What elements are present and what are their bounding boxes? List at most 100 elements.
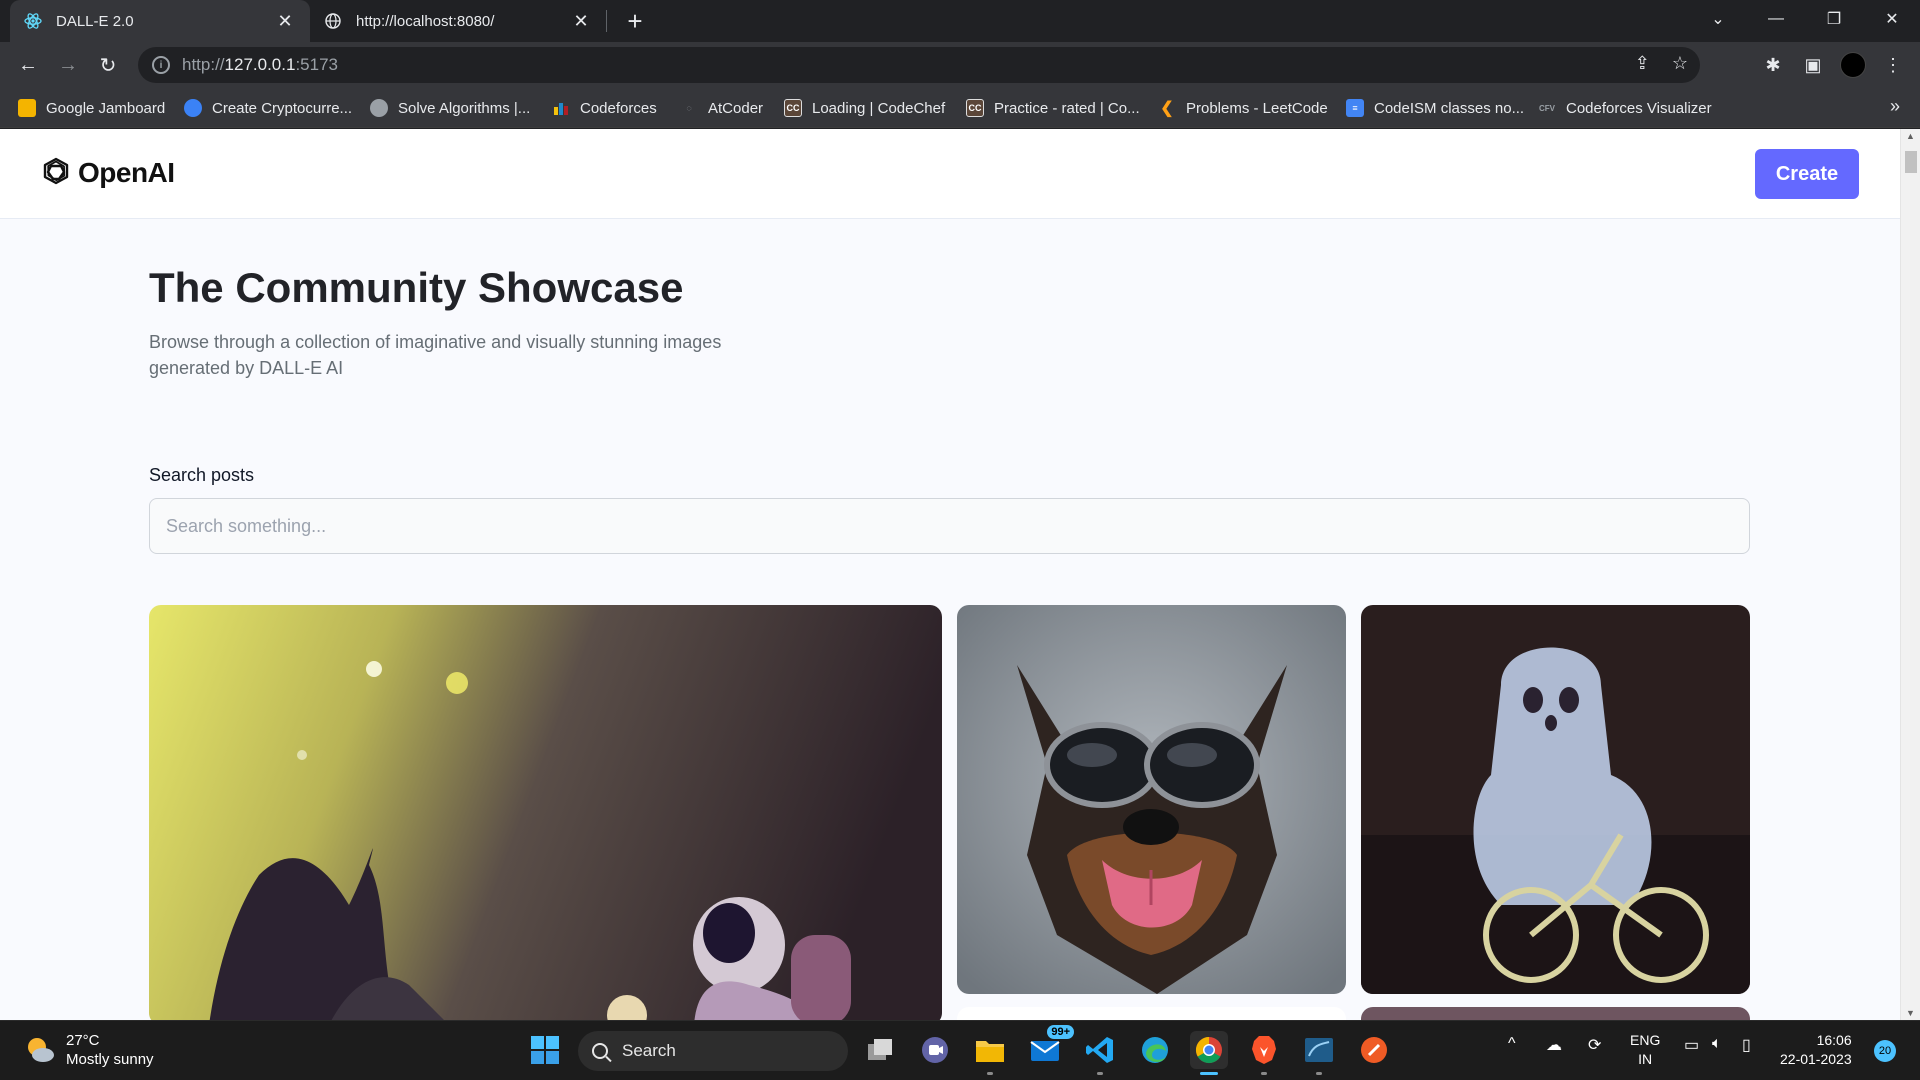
site-header: OpenAI Create bbox=[0, 129, 1900, 219]
close-window-icon[interactable]: ✕ bbox=[1864, 0, 1920, 38]
sync-icon[interactable]: ⟳ bbox=[1588, 1035, 1601, 1055]
docs-icon: ≡ bbox=[1346, 99, 1364, 117]
share-icon[interactable]: ⇪ bbox=[1635, 53, 1650, 74]
bookmark-item[interactable]: CC Loading | CodeChef bbox=[784, 96, 945, 120]
extensions-icon[interactable]: ✱ bbox=[1760, 52, 1786, 78]
close-tab-icon[interactable]: ✕ bbox=[274, 10, 296, 32]
postman-icon[interactable] bbox=[1355, 1031, 1393, 1069]
astronaut-image bbox=[149, 605, 942, 1020]
restore-icon[interactable]: ❐ bbox=[1806, 0, 1862, 38]
onedrive-icon[interactable]: ☁ bbox=[1546, 1035, 1562, 1055]
bookmark-item[interactable]: ≡ CodeISM classes no... bbox=[1346, 96, 1524, 120]
tab-localhost[interactable]: http://localhost:8080/ ✕ bbox=[310, 0, 606, 42]
weather-desc: Mostly sunny bbox=[66, 1051, 154, 1068]
bookmark-item[interactable]: ◌ AtCoder bbox=[680, 96, 763, 120]
page-scrollbar[interactable]: ▲ ▼ bbox=[1900, 129, 1920, 1020]
network-icon[interactable]: ▭ bbox=[1684, 1035, 1699, 1055]
cfv-icon: CFV bbox=[1539, 103, 1555, 113]
language-indicator[interactable]: ENG IN bbox=[1630, 1031, 1660, 1069]
bookmark-item[interactable]: Codeforces bbox=[552, 96, 657, 120]
search-input[interactable] bbox=[149, 498, 1750, 554]
codechef-icon: CC bbox=[966, 99, 984, 117]
leetcode-icon: ❮ bbox=[1160, 100, 1174, 117]
ghost-image bbox=[1361, 605, 1750, 994]
scroll-down-icon[interactable]: ▼ bbox=[1906, 1008, 1915, 1018]
mail-badge: 99+ bbox=[1047, 1025, 1074, 1039]
teams-chat-icon[interactable] bbox=[916, 1031, 954, 1069]
bookmark-item[interactable]: Google Jamboard bbox=[18, 96, 165, 120]
logo-text: OpenAI bbox=[78, 157, 175, 188]
globe-icon bbox=[324, 12, 342, 30]
codechef-icon: CC bbox=[784, 99, 802, 117]
more-bookmarks-icon[interactable]: » bbox=[1890, 96, 1900, 117]
page-viewport: OpenAI Create The Community Showcase Bro… bbox=[0, 129, 1920, 1020]
post-card-dog[interactable] bbox=[957, 605, 1346, 994]
create-button[interactable]: Create bbox=[1755, 149, 1859, 199]
windows-start-icon[interactable] bbox=[526, 1031, 564, 1069]
taskbar-search-label: Search bbox=[622, 1041, 676, 1060]
jamboard-icon bbox=[18, 99, 36, 117]
tab-title: http://localhost:8080/ bbox=[356, 12, 495, 30]
globe-icon bbox=[370, 99, 388, 117]
back-icon[interactable]: ← bbox=[12, 49, 44, 81]
openai-logo-icon bbox=[43, 157, 69, 185]
taskbar-search[interactable]: Search bbox=[578, 1031, 848, 1071]
page-title: The Community Showcase bbox=[149, 264, 684, 311]
weather-widget[interactable]: 27°C Mostly sunny bbox=[24, 1031, 154, 1069]
codeforces-icon bbox=[552, 99, 570, 117]
new-tab-icon[interactable]: + bbox=[620, 6, 650, 36]
battery-icon[interactable]: ▯ bbox=[1742, 1035, 1751, 1055]
post-card-astronaut[interactable] bbox=[149, 605, 942, 1020]
side-panel-icon[interactable]: ▣ bbox=[1800, 52, 1826, 78]
bookmark-item[interactable]: ❮ Problems - LeetCode bbox=[1158, 96, 1327, 120]
tab-title: DALL-E 2.0 bbox=[56, 12, 134, 30]
reload-icon[interactable]: ↻ bbox=[92, 49, 124, 81]
mysql-workbench-icon[interactable] bbox=[1300, 1031, 1338, 1075]
task-view-icon[interactable] bbox=[862, 1031, 900, 1069]
brave-icon[interactable] bbox=[1245, 1031, 1283, 1075]
close-tab-icon[interactable]: ✕ bbox=[570, 10, 592, 32]
page-subtitle: Browse through a collection of imaginati… bbox=[149, 332, 722, 378]
mail-icon[interactable]: 99+ bbox=[1026, 1025, 1074, 1069]
volume-icon[interactable]: 🔈︎ bbox=[1712, 1035, 1722, 1053]
site-info-icon[interactable]: i bbox=[152, 56, 170, 74]
post-card-ghost[interactable] bbox=[1361, 605, 1750, 994]
crypto-icon bbox=[184, 99, 202, 117]
tab-dalle[interactable]: DALL-E 2.0 ✕ bbox=[10, 0, 310, 42]
vscode-icon[interactable] bbox=[1081, 1031, 1119, 1075]
minimize-icon[interactable]: — bbox=[1748, 0, 1804, 38]
notification-badge[interactable]: 20 bbox=[1874, 1040, 1896, 1062]
partly-sunny-icon bbox=[28, 1038, 54, 1062]
chrome-icon[interactable] bbox=[1190, 1031, 1228, 1075]
bookmark-item[interactable]: CFV Codeforces Visualizer bbox=[1538, 96, 1712, 120]
browser-toolbar: ← → ↻ i http://127.0.0.1:5173 ⇪ ☆ ✱ ▣ ⋮ bbox=[0, 42, 1920, 88]
post-card-next[interactable] bbox=[1361, 1007, 1750, 1020]
bookmark-item[interactable]: Solve Algorithms |... bbox=[370, 96, 530, 120]
windows-taskbar: 27°C Mostly sunny Search 99+ ^ ☁ ⟳ ENG I… bbox=[0, 1020, 1920, 1080]
clock-time: 16:06 bbox=[1816, 1032, 1852, 1048]
dog-image bbox=[957, 605, 1346, 994]
edge-icon[interactable] bbox=[1136, 1031, 1174, 1069]
bookmarks-bar: Google Jamboard Create Cryptocurre... So… bbox=[0, 88, 1920, 128]
scroll-up-icon[interactable]: ▲ bbox=[1906, 131, 1915, 141]
clock-date: 22-01-2023 bbox=[1780, 1051, 1852, 1067]
tab-search-chevron-icon[interactable]: ⌄ bbox=[1690, 0, 1746, 38]
show-hidden-icons-icon[interactable]: ^ bbox=[1508, 1035, 1516, 1053]
address-bar[interactable]: i http://127.0.0.1:5173 ⇪ ☆ bbox=[138, 47, 1700, 83]
tab-separator bbox=[606, 10, 607, 32]
bookmark-star-icon[interactable]: ☆ bbox=[1672, 53, 1688, 74]
clock[interactable]: 16:06 22-01-2023 bbox=[1780, 1031, 1852, 1069]
profile-avatar[interactable] bbox=[1840, 52, 1866, 78]
url-text: http://127.0.0.1:5173 bbox=[182, 55, 338, 74]
file-explorer-icon[interactable] bbox=[971, 1031, 1009, 1075]
menu-kebab-icon[interactable]: ⋮ bbox=[1880, 52, 1906, 78]
browser-tabbar: DALL-E 2.0 ✕ http://localhost:8080/ ✕ + … bbox=[0, 0, 1920, 42]
atcoder-icon: ◌ bbox=[686, 103, 692, 113]
forward-icon[interactable]: → bbox=[52, 49, 84, 81]
bookmark-item[interactable]: CC Practice - rated | Co... bbox=[966, 96, 1140, 120]
bookmark-item[interactable]: Create Cryptocurre... bbox=[184, 96, 352, 120]
post-card-next[interactable] bbox=[957, 1007, 1346, 1020]
scroll-thumb[interactable] bbox=[1905, 151, 1917, 173]
weather-temp: 27°C bbox=[66, 1032, 100, 1049]
openai-logo[interactable]: OpenAI bbox=[38, 155, 175, 191]
